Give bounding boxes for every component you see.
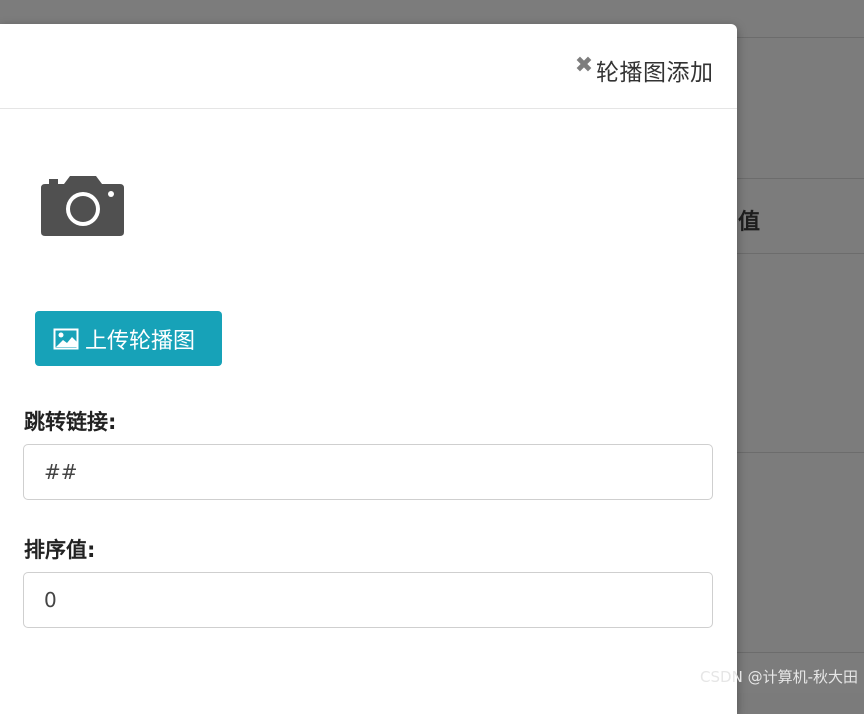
background-row-divider [737, 652, 864, 653]
camera-icon [41, 176, 124, 236]
background-row-divider [737, 452, 864, 453]
modal-title: 轮播图添加 [596, 60, 714, 86]
modal-header: ✖ 轮播图添加 [0, 24, 737, 109]
background-row-divider [737, 253, 864, 254]
watermark: CSDN @计算机-秋大田 [700, 668, 858, 686]
close-icon[interactable]: ✖ [574, 55, 594, 77]
background-row-divider [737, 178, 864, 179]
image-icon [53, 328, 79, 349]
carousel-add-modal: ✖ 轮播图添加 上传轮播图 跳转链接: 排序值: [0, 24, 737, 714]
sort-value-label: 排序值: [24, 538, 96, 562]
upload-button-label: 上传轮播图 [85, 327, 196, 353]
sort-value-input[interactable] [23, 572, 713, 628]
jump-link-label: 跳转链接: [24, 410, 117, 434]
upload-carousel-button[interactable]: 上传轮播图 [35, 311, 222, 366]
background-row-divider [737, 37, 864, 38]
jump-link-input[interactable] [23, 444, 713, 500]
background-column-header: 值 [738, 210, 761, 235]
